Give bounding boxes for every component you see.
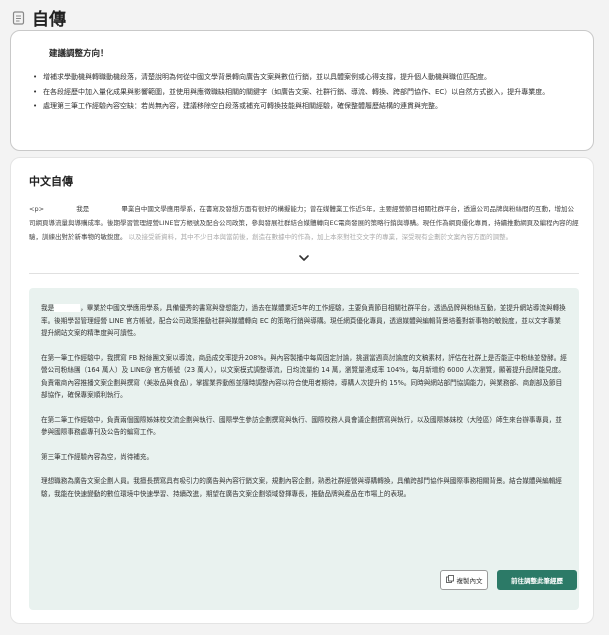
list-item: 在各段經歷中加入量化成果與影響範圍，並使用與應徵職缺相關的關鍵字（如廣告文案、社…	[31, 86, 573, 99]
page-header: 自傳	[12, 6, 66, 30]
copy-button-label: 複製內文	[456, 577, 483, 585]
list-item: 處理第三筆工作經驗內容空缺：若尚無內容，建議移除空白段落或補充可轉換技能與相關經…	[31, 100, 573, 113]
go-adjust-button[interactable]: 前往調整此筆經歷	[497, 570, 577, 590]
copy-icon	[445, 575, 454, 585]
copy-text-button[interactable]: 複製內文	[440, 570, 488, 590]
advice-title: 建議調整方向！	[49, 49, 109, 59]
preview-text-faded: 以及接受新資料，其中不少日本與當前後，創造在數據中的作為，加上本來對社交文字的專…	[128, 233, 513, 241]
advice-list: 增補求學動機與轉職動機段落，清楚說明為何從中國文學背景轉向廣告文案與數位行銷，並…	[31, 71, 573, 113]
autobiography-card: 中文自傳 <p> 我是 畢業自中國文學應用學系，在書寫及發想方面有很好的構擬能力…	[10, 157, 594, 624]
paragraph: 在第二筆工作經驗中，負責兩個國際姊妹校交流企劃與執行、國際學生參訪企劃撰寫與執行…	[41, 415, 562, 437]
preview-tag: <p>	[29, 205, 45, 213]
document-icon	[12, 10, 26, 25]
list-item: 增補求學動機與轉職動機段落，清楚說明為何從中國文學背景轉向廣告文案與數位行銷，並…	[31, 71, 573, 84]
paragraph: 理想職務為廣告文案企劃人員。我擅長撰寫具有吸引力的廣告與內容行銷文案，規劃內容企…	[41, 477, 562, 498]
autobiography-full-text: 我是 ，畢業於中國文學應用學系，具備優秀的書寫與發想能力，過去在媒體業近5年的工作…	[29, 288, 579, 610]
paragraph: 我是 ，畢業於中國文學應用學系，具備優秀的書寫與發想能力，過去在媒體業近5年的工作…	[41, 302, 567, 340]
page-title: 自傳	[32, 9, 66, 30]
redacted-name	[54, 304, 81, 312]
preview-text-1: 我是	[76, 205, 90, 213]
section-title: 中文自傳	[29, 175, 73, 188]
paragraph-text: 我是	[41, 304, 55, 312]
paragraph: 第三筆工作經驗內容為空，尚待補充。	[41, 452, 154, 461]
paragraph: 在第一筆工作經驗中，我撰寫 FB 粉絲團文案以導流，商品成交率提升208%。與內…	[41, 353, 567, 400]
redacted-name	[46, 205, 75, 213]
chevron-down-icon[interactable]	[297, 250, 311, 264]
autobiography-preview: <p> 我是 畢業自中國文學應用學系，在書寫及發想方面有很好的構擬能力；曾在媒體…	[29, 202, 579, 244]
advice-card: 建議調整方向！ 增補求學動機與轉職動機段落，清楚說明為何從中國文學背景轉向廣告文…	[10, 30, 594, 151]
divider	[29, 273, 579, 274]
paragraph-text: ，畢業於中國文學應用學系，具備優秀的書寫與發想能力，過去在媒體業近5年的工作經驗…	[41, 304, 566, 337]
redacted-name	[91, 205, 120, 213]
